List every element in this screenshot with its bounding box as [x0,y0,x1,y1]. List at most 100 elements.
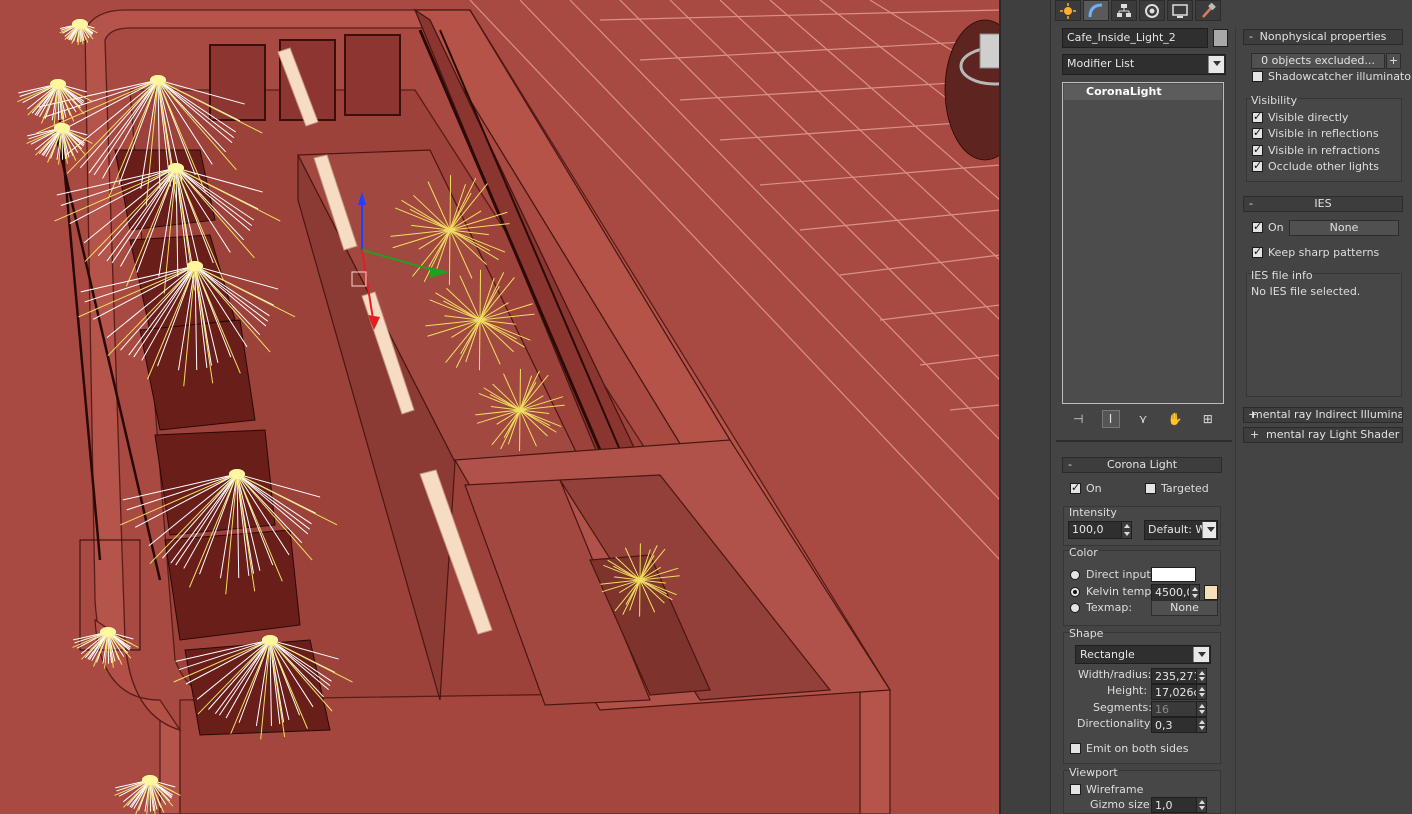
emit-both-sides-checkbox[interactable] [1070,743,1081,754]
create-tab[interactable] [1055,0,1081,21]
configure-modifier-sets-icon[interactable]: ⊞ [1199,410,1217,428]
chevron-down-icon [1202,522,1216,538]
light-source-300 [72,19,88,29]
pin-stack-icon[interactable]: ⊣ [1069,410,1087,428]
nonphysical-rollout-header[interactable]: - Nonphysical properties [1243,29,1403,45]
intensity-unit-dropdown[interactable]: Default: W [1144,520,1218,540]
viewport-border [999,0,1001,814]
show-end-result-icon[interactable]: I [1101,410,1120,428]
intensity-spinner[interactable]: 100,0 [1068,521,1132,539]
visible-reflections-label: Visible in reflections [1268,127,1379,140]
ies-on-checkbox[interactable] [1252,220,1263,233]
corona-light-title: Corona Light [1106,458,1178,471]
kelvin-radio[interactable] [1070,587,1080,597]
chevron-down-icon [1208,56,1224,73]
mental-ray-shader-label: mental ray Light Shader [1266,428,1400,441]
texmap-button[interactable]: None [1151,600,1218,616]
excluded-objects-button[interactable]: 0 objects excluded... [1251,53,1385,69]
spinner-arrows-icon[interactable] [1196,685,1206,699]
corona-light-rollout-header[interactable]: - Corona Light [1062,457,1222,473]
expand-plus-icon: + [1250,428,1260,441]
modify-arc-icon [1088,3,1103,17]
expand-plus-icon: + [1248,408,1258,421]
visible-refractions-checkbox[interactable] [1252,143,1263,156]
targeted-label: Targeted [1161,482,1209,495]
object-color-swatch[interactable] [1213,29,1228,47]
light-source-240 [100,627,116,637]
stack-item-coronalight[interactable]: CoronaLight [1064,84,1222,100]
hierarchy-tab[interactable] [1111,0,1137,21]
modifier-stack[interactable]: CoronaLight [1062,82,1224,404]
occlude-lights-checkbox[interactable] [1252,159,1263,172]
visible-refractions-label: Visible in refractions [1268,144,1380,157]
modifier-list-label: Modifier List [1067,57,1135,70]
ies-file-button[interactable]: None [1289,220,1399,236]
motion-circle-icon [1145,3,1159,18]
shape-label: Shape [1069,627,1104,640]
add-excluded-button[interactable]: + [1386,53,1401,69]
kelvin-label: Kelvin temp: [1086,585,1156,598]
intensity-value: 100,0 [1072,523,1104,536]
hammer-icon [1202,2,1216,18]
spinner-arrows-icon[interactable] [1196,702,1206,716]
spinner-arrows-icon[interactable] [1196,669,1206,683]
directionality-label: Directionality: [1077,717,1154,730]
segments-spinner[interactable]: 16 [1151,701,1207,717]
emit-both-sides-label: Emit on both sides [1086,742,1189,755]
direct-input-label: Direct input: [1086,568,1155,581]
collapse-minus-icon: - [1249,30,1253,43]
direct-input-color-swatch[interactable] [1151,567,1196,582]
kelvin-color-swatch[interactable] [1204,585,1218,600]
spinner-arrows-icon[interactable] [1189,585,1199,600]
targeted-checkbox[interactable] [1145,483,1156,494]
motion-tab[interactable] [1139,0,1165,21]
mental-ray-gi-rollout[interactable]: + mental ray Indirect Illumination [1243,407,1403,423]
object-name-field[interactable]: Cafe_Inside_Light_2 [1062,28,1208,48]
mental-ray-shader-rollout[interactable]: + mental ray Light Shader [1243,427,1403,443]
mental-ray-gi-label: mental ray Indirect Illumination [1252,408,1402,421]
direct-input-radio[interactable] [1070,570,1080,580]
color-label: Color [1069,546,1098,559]
visibility-label: Visibility [1251,94,1298,107]
light-source-120 [229,469,245,479]
light-source-180 [50,79,66,89]
texmap-radio[interactable] [1070,603,1080,613]
collapse-minus-icon: - [1249,197,1253,210]
nonphysical-title: Nonphysical properties [1259,30,1387,43]
ies-info-label: IES file info [1251,269,1313,282]
directionality-spinner[interactable]: 0,3 [1151,717,1207,733]
ies-rollout-header[interactable]: - IES [1243,196,1403,212]
width-spinner[interactable]: 235,271 [1151,668,1207,684]
kelvin-spinner[interactable]: 4500,0 [1151,584,1200,601]
scene-wireframe[interactable] [0,0,1000,814]
remove-modifier-icon[interactable]: ✋ [1166,410,1184,428]
perspective-viewport[interactable] [0,0,1000,814]
display-tab[interactable] [1167,0,1193,21]
shape-dropdown[interactable]: Rectangle [1075,645,1211,664]
visible-directly-checkbox[interactable] [1252,110,1263,123]
intensity-label: Intensity [1069,506,1117,519]
shadowcatcher-label: Shadowcatcher illuminator [1268,70,1412,83]
modifier-list-dropdown[interactable]: Modifier List [1062,54,1226,75]
keep-sharp-checkbox[interactable] [1252,245,1263,258]
shadowcatcher-checkbox[interactable] [1252,71,1263,82]
spinner-arrows-icon[interactable] [1196,798,1206,812]
utilities-tab[interactable] [1195,0,1221,21]
hierarchy-icon [1117,3,1131,17]
viewport-gap [1000,0,1050,814]
light-source-210 [54,123,70,133]
light-on-checkbox[interactable] [1070,481,1081,494]
light-source-270 [142,775,158,785]
wireframe-checkbox[interactable] [1070,784,1081,795]
gizmo-size-label: Gizmo size: [1090,798,1154,811]
visible-reflections-checkbox[interactable] [1252,126,1263,139]
modify-tab[interactable] [1083,0,1109,21]
spinner-arrows-icon[interactable] [1196,718,1206,732]
wireframe-label: Wireframe [1086,783,1144,796]
spinner-arrows-icon[interactable] [1121,522,1131,538]
height-spinner[interactable]: 17,026c [1151,684,1207,700]
gizmo-size-spinner[interactable]: 1,0 [1151,797,1207,813]
make-unique-icon[interactable]: ⋎ [1134,410,1152,428]
occlude-lights-label: Occlude other lights [1268,160,1379,173]
intensity-unit-label: Default: W [1148,523,1207,536]
